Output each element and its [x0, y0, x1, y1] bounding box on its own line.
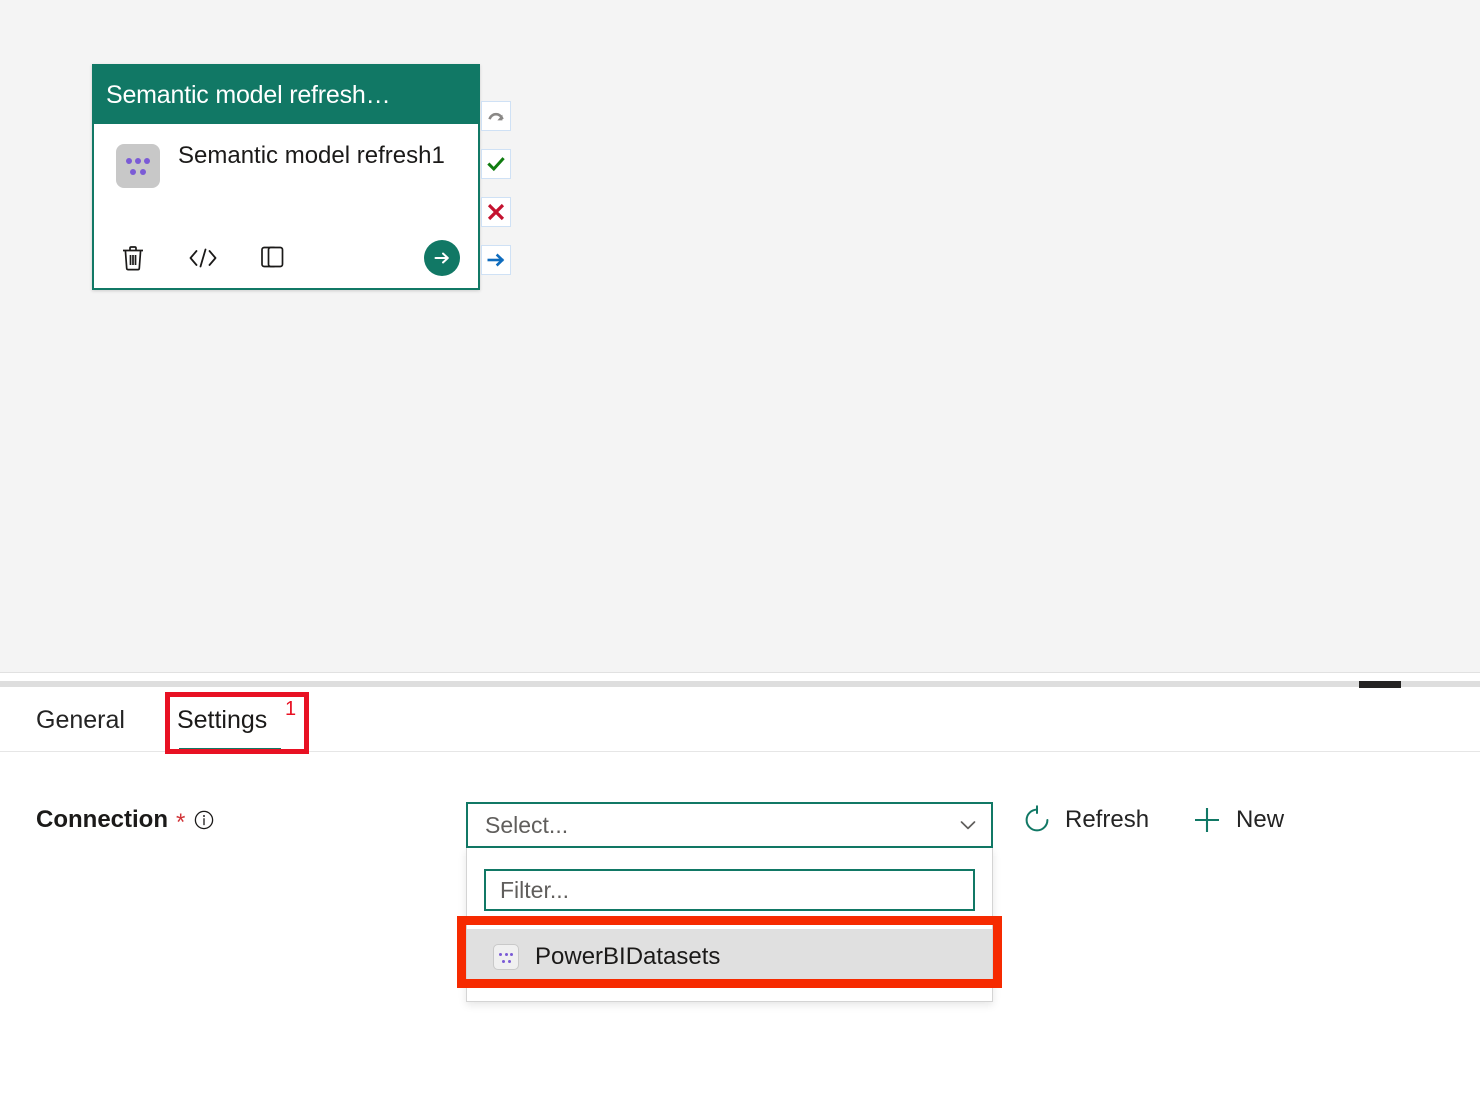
on-success-connector-icon[interactable] — [481, 149, 511, 179]
required-asterisk: * — [176, 811, 185, 835]
tab-general[interactable]: General — [36, 690, 125, 752]
delete-icon[interactable] — [116, 241, 150, 275]
new-label: New — [1236, 806, 1284, 834]
refresh-label: Refresh — [1065, 806, 1149, 834]
splitter-drag-handle[interactable] — [1359, 681, 1401, 688]
semantic-model-dots-icon — [493, 944, 519, 970]
splitter-track — [0, 681, 1480, 687]
activity-card-header-title: Semantic model refresh… — [106, 81, 390, 110]
connection-label: Connection — [36, 806, 168, 834]
tab-general-label: General — [36, 706, 125, 735]
tab-settings-label: Settings — [177, 706, 267, 735]
arrow-right-icon[interactable] — [424, 240, 460, 276]
info-circle-icon[interactable] — [193, 809, 215, 831]
new-button[interactable]: New — [1191, 804, 1284, 836]
dropdown-option-label: PowerBIDatasets — [535, 943, 720, 971]
activity-card-toolbar — [94, 228, 478, 288]
chevron-down-icon[interactable] — [957, 814, 979, 836]
connection-dropdown-panel: Filter... PowerBIDatasets — [466, 848, 993, 1002]
activity-card-body: Semantic model refresh1 — [94, 124, 478, 228]
connection-actions: Refresh New — [1022, 804, 1284, 836]
panel-tabstrip: General Settings — [0, 690, 1480, 752]
semantic-model-dots-icon — [116, 144, 160, 188]
plus-icon — [1191, 804, 1223, 836]
on-fail-connector-icon[interactable] — [481, 197, 511, 227]
activity-card-name: Semantic model refresh1 — [178, 140, 445, 172]
activity-card[interactable]: Semantic model refresh… Semantic model r… — [92, 64, 480, 290]
connection-label-group: Connection * — [36, 806, 215, 834]
activity-card-header: Semantic model refresh… — [94, 66, 478, 124]
panel-splitter[interactable] — [0, 672, 1480, 690]
connection-combobox-value: Select... — [485, 812, 957, 839]
duplicate-icon[interactable] — [256, 241, 290, 275]
dropdown-filter-input[interactable]: Filter... — [484, 869, 975, 911]
activity-connector-strip — [481, 101, 511, 293]
connection-setting-row — [0, 752, 1480, 798]
on-skip-connector-icon[interactable] — [481, 245, 511, 275]
dropdown-option-powerbidatasets[interactable]: PowerBIDatasets — [467, 929, 992, 985]
pipeline-canvas[interactable]: Semantic model refresh… Semantic model r… — [0, 0, 1480, 672]
refresh-button[interactable]: Refresh — [1022, 805, 1149, 835]
code-view-icon[interactable] — [186, 241, 220, 275]
tab-settings[interactable]: Settings — [177, 690, 267, 752]
connection-combobox[interactable]: Select... — [466, 802, 993, 848]
dropdown-filter-placeholder: Filter... — [500, 877, 569, 904]
annotation-number-1: 1 — [285, 698, 296, 721]
on-completion-connector-icon[interactable] — [481, 101, 511, 131]
refresh-icon — [1022, 805, 1052, 835]
